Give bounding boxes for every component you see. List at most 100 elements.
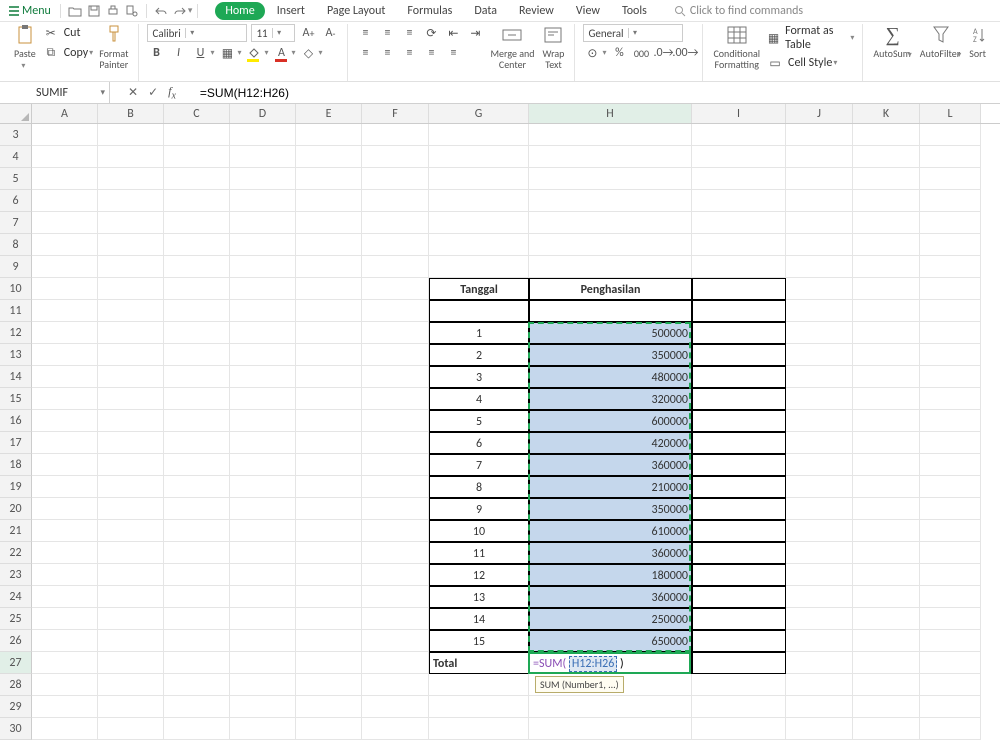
- cell-K14[interactable]: [853, 366, 920, 388]
- cell-B5[interactable]: [98, 168, 164, 190]
- cell-B18[interactable]: [98, 454, 164, 476]
- cell-F17[interactable]: [362, 432, 429, 454]
- cell-F9[interactable]: [362, 256, 429, 278]
- cell-K13[interactable]: [853, 344, 920, 366]
- decrease-decimal-icon[interactable]: .00→: [676, 44, 694, 62]
- shrink-font-icon[interactable]: A-: [321, 24, 339, 42]
- align-center-icon[interactable]: ≡: [378, 44, 396, 62]
- print-icon[interactable]: [104, 2, 122, 20]
- cell-I28[interactable]: [692, 674, 786, 696]
- cell-H15[interactable]: 320000: [529, 388, 692, 410]
- cell-D21[interactable]: [230, 520, 296, 542]
- tab-data[interactable]: Data: [464, 2, 507, 20]
- cell-F18[interactable]: [362, 454, 429, 476]
- cell-E21[interactable]: [296, 520, 362, 542]
- cell-A26[interactable]: [32, 630, 98, 652]
- name-box[interactable]: SUMIF ▾: [0, 82, 110, 103]
- font-size-combo[interactable]: 11▾: [251, 24, 295, 42]
- cell-K27[interactable]: [853, 652, 920, 674]
- col-header-H[interactable]: H: [529, 104, 692, 123]
- cell-B19[interactable]: [98, 476, 164, 498]
- cell-L24[interactable]: [920, 586, 981, 608]
- cell-L4[interactable]: [920, 146, 981, 168]
- cell-L6[interactable]: [920, 190, 981, 212]
- cell-A27[interactable]: [32, 652, 98, 674]
- cell-G4[interactable]: [429, 146, 529, 168]
- cell-G23[interactable]: 12: [429, 564, 529, 586]
- cell-E3[interactable]: [296, 124, 362, 146]
- cell-L23[interactable]: [920, 564, 981, 586]
- cell-G18[interactable]: 7: [429, 454, 529, 476]
- col-header-J[interactable]: J: [786, 104, 853, 123]
- col-header-E[interactable]: E: [296, 104, 362, 123]
- cell-K19[interactable]: [853, 476, 920, 498]
- cell-H12[interactable]: 500000: [529, 322, 692, 344]
- cell-H9[interactable]: [529, 256, 692, 278]
- col-header-G[interactable]: G: [429, 104, 529, 123]
- cell-K16[interactable]: [853, 410, 920, 432]
- cell-E18[interactable]: [296, 454, 362, 476]
- row-header[interactable]: 8: [0, 234, 32, 256]
- cell-D11[interactable]: [230, 300, 296, 322]
- cell-A29[interactable]: [32, 696, 98, 718]
- cell-H24[interactable]: 360000: [529, 586, 692, 608]
- cell-K7[interactable]: [853, 212, 920, 234]
- cell-C21[interactable]: [164, 520, 230, 542]
- cell-H21[interactable]: 610000: [529, 520, 692, 542]
- cell-K6[interactable]: [853, 190, 920, 212]
- cell-G25[interactable]: 14: [429, 608, 529, 630]
- cell-E22[interactable]: [296, 542, 362, 564]
- cell-J18[interactable]: [786, 454, 853, 476]
- cell-B9[interactable]: [98, 256, 164, 278]
- cell-E24[interactable]: [296, 586, 362, 608]
- cell-C3[interactable]: [164, 124, 230, 146]
- cell-D12[interactable]: [230, 322, 296, 344]
- cell-J5[interactable]: [786, 168, 853, 190]
- col-header-C[interactable]: C: [164, 104, 230, 123]
- cell-D18[interactable]: [230, 454, 296, 476]
- cell-I23[interactable]: [692, 564, 786, 586]
- cell-F25[interactable]: [362, 608, 429, 630]
- cell-E25[interactable]: [296, 608, 362, 630]
- number-format-combo[interactable]: General▾: [583, 24, 683, 42]
- cell-F28[interactable]: [362, 674, 429, 696]
- row-header[interactable]: 9: [0, 256, 32, 278]
- row-header[interactable]: 27: [0, 652, 32, 674]
- cell-J10[interactable]: [786, 278, 853, 300]
- cell-E27[interactable]: [296, 652, 362, 674]
- cell-L15[interactable]: [920, 388, 981, 410]
- align-bottom-icon[interactable]: ≡: [400, 24, 418, 42]
- cell-C26[interactable]: [164, 630, 230, 652]
- cell-F7[interactable]: [362, 212, 429, 234]
- cell-E14[interactable]: [296, 366, 362, 388]
- cell-G3[interactable]: [429, 124, 529, 146]
- cell-C12[interactable]: [164, 322, 230, 344]
- cell-G15[interactable]: 4: [429, 388, 529, 410]
- cell-C9[interactable]: [164, 256, 230, 278]
- cell-K3[interactable]: [853, 124, 920, 146]
- cell-K4[interactable]: [853, 146, 920, 168]
- cell-D10[interactable]: [230, 278, 296, 300]
- cell-G9[interactable]: [429, 256, 529, 278]
- cell-B16[interactable]: [98, 410, 164, 432]
- conditional-formatting-button[interactable]: Conditional Formatting: [711, 24, 762, 70]
- cell-J17[interactable]: [786, 432, 853, 454]
- cell-K17[interactable]: [853, 432, 920, 454]
- cell-K25[interactable]: [853, 608, 920, 630]
- cell-A12[interactable]: [32, 322, 98, 344]
- cell-F16[interactable]: [362, 410, 429, 432]
- cell-J14[interactable]: [786, 366, 853, 388]
- cell-F21[interactable]: [362, 520, 429, 542]
- cell-F4[interactable]: [362, 146, 429, 168]
- cell-C22[interactable]: [164, 542, 230, 564]
- cell-B25[interactable]: [98, 608, 164, 630]
- cell-L5[interactable]: [920, 168, 981, 190]
- cell-L26[interactable]: [920, 630, 981, 652]
- merge-center-button[interactable]: Merge and Center: [488, 24, 536, 70]
- cell-I10[interactable]: [692, 278, 786, 300]
- row-header[interactable]: 12: [0, 322, 32, 344]
- cell-F12[interactable]: [362, 322, 429, 344]
- row-header[interactable]: 14: [0, 366, 32, 388]
- cell-E4[interactable]: [296, 146, 362, 168]
- cell-G16[interactable]: 5: [429, 410, 529, 432]
